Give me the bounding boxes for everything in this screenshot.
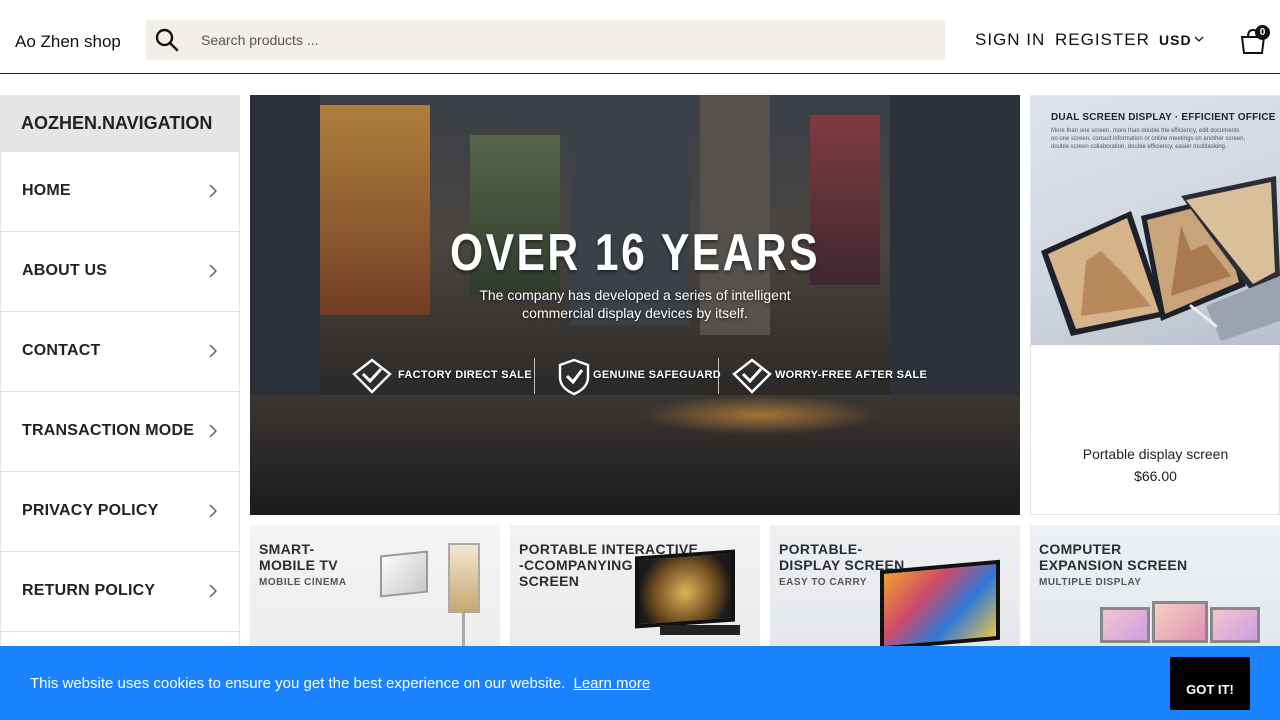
badge-label: WORRY-FREE AFTER SALE bbox=[775, 369, 928, 381]
chevron-right-icon bbox=[209, 184, 217, 198]
triple-screen-illustration bbox=[1152, 601, 1208, 643]
sidebar-item-label: TRANSACTION MODE bbox=[22, 422, 195, 439]
banner-billboard-left bbox=[320, 105, 430, 315]
banner-title: OVER 16 YEARS bbox=[449, 224, 821, 282]
diamond-check-icon bbox=[732, 358, 772, 394]
sign-in-link[interactable]: SIGN IN bbox=[975, 30, 1045, 50]
cookie-message: This website uses cookies to ensure you … bbox=[30, 675, 650, 692]
badge-worry-free: WORRY-FREE AFTER SALE bbox=[732, 358, 927, 394]
banner-building bbox=[250, 95, 320, 415]
category-title: COMPUTER EXPANSION SCREEN bbox=[1039, 541, 1188, 573]
banner-lights bbox=[640, 395, 880, 435]
sidebar-item-contact[interactable]: CONTACT bbox=[0, 312, 240, 392]
category-title: SMART- MOBILE TV bbox=[259, 541, 338, 573]
sidebar-item-label: ABOUT US bbox=[22, 262, 108, 279]
chevron-right-icon bbox=[209, 504, 217, 518]
learn-more-link[interactable]: Learn more bbox=[573, 675, 650, 692]
sidebar-item-about-us[interactable]: ABOUT US bbox=[0, 232, 240, 312]
product-image[interactable]: DUAL SCREEN DISPLAY · EFFICIENT OFFICE M… bbox=[1031, 96, 1280, 345]
badge-label: GENUINE SAFEGUARD bbox=[593, 369, 721, 381]
monitor-illustration bbox=[635, 549, 735, 629]
banner-subtitle-line2: commercial display devices by itself. bbox=[522, 305, 748, 321]
sidebar-item-label: CONTACT bbox=[22, 342, 101, 359]
chevron-right-icon bbox=[209, 264, 217, 278]
monitor-stand bbox=[660, 625, 740, 635]
badge-genuine-safeguard: GENUINE SAFEGUARD bbox=[557, 358, 722, 396]
cart-count-badge: 0 bbox=[1255, 25, 1270, 40]
diamond-check-icon bbox=[352, 358, 392, 394]
sidebar-item-label: HOME bbox=[22, 182, 71, 199]
product-name[interactable]: Portable display screen bbox=[1031, 446, 1280, 462]
badge-divider bbox=[718, 358, 719, 394]
category-subtitle: MULTIPLE DISPLAY bbox=[1039, 577, 1142, 588]
currency-label: USD bbox=[1159, 32, 1192, 48]
category-subtitle: MOBILE CINEMA bbox=[259, 577, 347, 588]
chevron-right-icon bbox=[209, 344, 217, 358]
cookie-consent-bar: This website uses cookies to ensure you … bbox=[0, 646, 1280, 720]
search-bar bbox=[146, 20, 945, 60]
sidebar-item-privacy-policy[interactable]: PRIVACY POLICY bbox=[0, 472, 240, 552]
register-link[interactable]: REGISTER bbox=[1055, 30, 1150, 50]
dual-screen-laptop-illustration bbox=[1041, 176, 1280, 341]
sidebar-navigation: AOZHEN.NAVIGATION HOME ABOUT US CONTACT … bbox=[0, 95, 240, 720]
sidebar-item-home[interactable]: HOME bbox=[0, 152, 240, 232]
sidebar-item-label: RETURN POLICY bbox=[22, 582, 156, 599]
badge-label: FACTORY DIRECT SALE bbox=[398, 369, 532, 381]
banner-street bbox=[250, 395, 1020, 515]
triple-screen-illustration bbox=[1100, 607, 1150, 643]
triple-screen-illustration bbox=[1210, 607, 1260, 643]
product-image-title: DUAL SCREEN DISPLAY · EFFICIENT OFFICE bbox=[1051, 112, 1276, 123]
badge-factory-direct: FACTORY DIRECT SALE bbox=[352, 358, 532, 394]
sidebar-title: AOZHEN.NAVIGATION bbox=[0, 95, 240, 152]
currency-selector[interactable]: USD bbox=[1159, 32, 1204, 48]
got-it-button[interactable]: GOT IT! bbox=[1170, 657, 1250, 710]
sidebar-item-return-policy[interactable]: RETURN POLICY bbox=[0, 552, 240, 632]
chevron-right-icon bbox=[209, 584, 217, 598]
sidebar-item-label: PRIVACY POLICY bbox=[22, 502, 159, 519]
site-logo[interactable]: Ao Zhen shop bbox=[15, 32, 121, 52]
chevron-down-icon bbox=[1194, 36, 1204, 42]
display-illustration bbox=[880, 559, 1000, 651]
badge-divider bbox=[534, 358, 535, 394]
hero-banner[interactable]: OVER 16 YEARS The company has developed … bbox=[250, 95, 1020, 515]
product-image-desc: More than one screen, more than double t… bbox=[1051, 128, 1246, 150]
featured-product-card[interactable]: DUAL SCREEN DISPLAY · EFFICIENT OFFICE M… bbox=[1030, 95, 1280, 515]
site-header: Ao Zhen shop SIGN IN REGISTER USD 0 bbox=[0, 0, 1280, 74]
banner-subtitle-line1: The company has developed a series of in… bbox=[479, 287, 791, 303]
search-icon[interactable] bbox=[154, 27, 180, 53]
cookie-message-text: This website uses cookies to ensure you … bbox=[30, 675, 566, 692]
category-subtitle: EASY TO CARRY bbox=[779, 577, 867, 588]
tv-stand-illustration bbox=[380, 550, 428, 598]
search-input[interactable] bbox=[201, 20, 921, 60]
sidebar-item-transaction-mode[interactable]: TRANSACTION MODE bbox=[0, 392, 240, 472]
product-price: $66.00 bbox=[1134, 468, 1177, 484]
category-title: PORTABLE- DISPLAY SCREEN bbox=[779, 541, 905, 573]
shield-check-icon bbox=[558, 358, 590, 396]
tv-stand-illustration bbox=[448, 543, 480, 613]
chevron-right-icon bbox=[209, 424, 217, 438]
